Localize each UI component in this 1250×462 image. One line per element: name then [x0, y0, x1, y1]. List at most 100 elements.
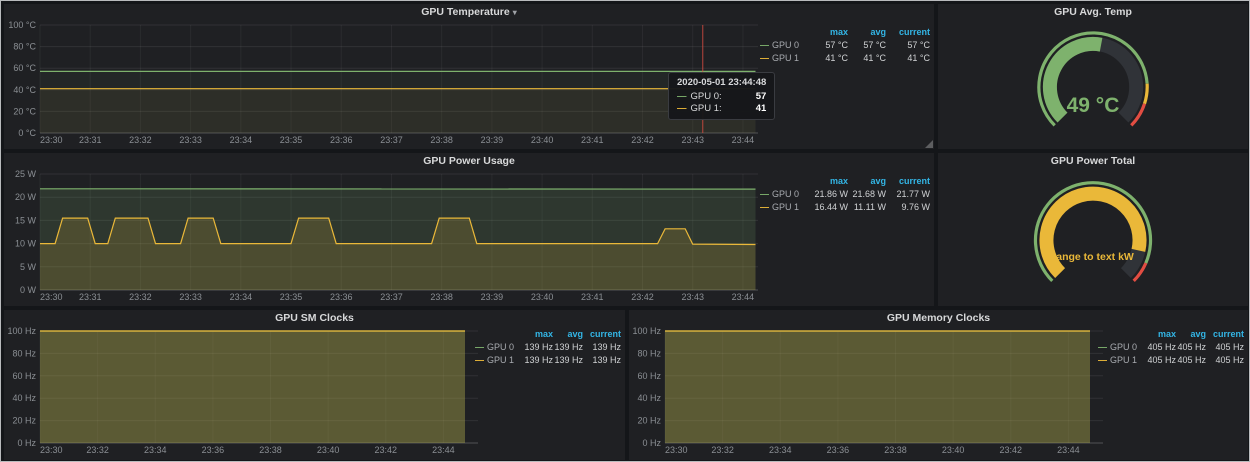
series-color-icon: —	[677, 103, 687, 114]
svg-text:23:43: 23:43	[681, 135, 704, 145]
svg-text:60 Hz: 60 Hz	[637, 371, 661, 381]
gpu-power-usage-chart[interactable]: 0 W5 W10 W15 W20 W25 W23:3023:3123:3223:…	[6, 169, 764, 303]
panel-title-text: GPU SM Clocks	[275, 312, 354, 324]
tooltip-series-name: GPU 0:	[691, 91, 722, 102]
svg-text:25 W: 25 W	[15, 169, 37, 179]
gpu-temperature-legend: maxavgcurrent—GPU 057 °C57 °C57 °C—GPU 1…	[760, 26, 930, 65]
svg-text:23:40: 23:40	[531, 292, 554, 302]
tooltip-row: — GPU 0: 57	[677, 91, 766, 102]
svg-text:23:39: 23:39	[481, 135, 504, 145]
gpu-memory-clocks-chart[interactable]: 0 Hz20 Hz40 Hz60 Hz80 Hz100 Hz23:3023:32…	[631, 326, 1109, 456]
svg-text:23:33: 23:33	[179, 292, 202, 302]
svg-text:23:34: 23:34	[230, 135, 253, 145]
legend-series-gpu-1[interactable]: —GPU 116.44 W11.11 W9.76 W	[760, 201, 930, 214]
panel-title-gpu-avg-temp[interactable]: GPU Avg. Temp	[938, 4, 1248, 20]
legend-series-gpu-0[interactable]: —GPU 057 °C57 °C57 °C	[760, 39, 930, 52]
svg-text:23:35: 23:35	[280, 135, 303, 145]
svg-text:23:40: 23:40	[317, 445, 340, 455]
svg-text:0 Hz: 0 Hz	[642, 438, 661, 448]
svg-text:23:42: 23:42	[1000, 445, 1023, 455]
tooltip-row: — GPU 1: 41	[677, 103, 766, 114]
panel-title-text: GPU Power Usage	[423, 155, 515, 167]
svg-text:23:32: 23:32	[86, 445, 109, 455]
svg-text:23:36: 23:36	[202, 445, 225, 455]
panel-title-text: GPU Avg. Temp	[1054, 6, 1132, 18]
svg-text:23:39: 23:39	[481, 292, 504, 302]
chart-tooltip: 2020-05-01 23:44:48 — GPU 0: 57 — GPU 1:…	[668, 72, 775, 120]
svg-text:0 W: 0 W	[20, 285, 37, 295]
series-color-icon: —	[760, 53, 769, 63]
legend-series-gpu-1[interactable]: —GPU 1405 Hz405 Hz405 Hz	[1098, 354, 1244, 367]
panel-gpu-power-total: GPU Power Total range to text kW	[938, 153, 1248, 306]
series-color-icon: —	[475, 355, 484, 365]
panel-title-text: GPU Memory Clocks	[887, 312, 990, 324]
svg-text:23:35: 23:35	[280, 292, 303, 302]
tooltip-timestamp: 2020-05-01 23:44:48	[677, 77, 766, 88]
panel-title-gpu-sm-clocks[interactable]: GPU SM Clocks	[4, 310, 625, 326]
svg-text:23:30: 23:30	[40, 445, 63, 455]
svg-text:80 Hz: 80 Hz	[12, 348, 36, 358]
svg-text:23:41: 23:41	[581, 135, 604, 145]
svg-text:23:42: 23:42	[375, 445, 398, 455]
svg-text:23:31: 23:31	[79, 292, 102, 302]
svg-text:23:40: 23:40	[531, 135, 554, 145]
panel-gpu-temperature: GPU Temperature▾ 0 °C20 °C40 °C60 °C80 °…	[4, 4, 934, 149]
svg-text:23:40: 23:40	[942, 445, 965, 455]
legend-header: maxavgcurrent	[1098, 328, 1244, 341]
panel-title-gpu-temperature[interactable]: GPU Temperature▾	[4, 4, 934, 20]
svg-text:23:32: 23:32	[129, 292, 152, 302]
svg-text:40 °C: 40 °C	[13, 85, 36, 95]
svg-text:23:36: 23:36	[330, 292, 353, 302]
legend-header: maxavgcurrent	[475, 328, 621, 341]
panel-gpu-memory-clocks: GPU Memory Clocks 0 Hz20 Hz40 Hz60 Hz80 …	[629, 310, 1248, 460]
series-color-icon: —	[1098, 342, 1107, 352]
legend-series-gpu-0[interactable]: —GPU 0405 Hz405 Hz405 Hz	[1098, 341, 1244, 354]
svg-text:23:38: 23:38	[259, 445, 282, 455]
svg-text:15 W: 15 W	[15, 215, 37, 225]
panel-title-gpu-memory-clocks[interactable]: GPU Memory Clocks	[629, 310, 1248, 326]
tooltip-series-name: GPU 1:	[691, 103, 722, 114]
tooltip-series-value: 41	[756, 103, 767, 114]
panel-title-text: GPU Power Total	[1051, 155, 1135, 167]
panel-title-gpu-power-usage[interactable]: GPU Power Usage	[4, 153, 934, 169]
legend-series-gpu-0[interactable]: —GPU 0139 Hz139 Hz139 Hz	[475, 341, 621, 354]
svg-text:20 W: 20 W	[15, 192, 37, 202]
panel-resize-handle[interactable]	[925, 140, 933, 148]
legend-series-gpu-1[interactable]: —GPU 1139 Hz139 Hz139 Hz	[475, 354, 621, 367]
svg-text:80 Hz: 80 Hz	[637, 348, 661, 358]
panel-title-text: GPU Temperature	[421, 6, 510, 18]
svg-text:100 °C: 100 °C	[8, 20, 36, 30]
svg-text:20 Hz: 20 Hz	[637, 416, 661, 426]
svg-text:range to text kW: range to text kW	[1052, 251, 1134, 263]
panel-gpu-power-usage: GPU Power Usage 0 W 5 W 10 W 15 W 20 W 25 W 23…	[4, 153, 934, 306]
svg-text:23:37: 23:37	[380, 135, 403, 145]
grafana-dashboard: GPU Temperature▾ 0 °C20 °C40 °C60 °C80 °…	[0, 0, 1250, 462]
series-color-icon: —	[475, 342, 484, 352]
legend-series-gpu-1[interactable]: —GPU 141 °C41 °C41 °C	[760, 52, 930, 65]
svg-text:23:38: 23:38	[884, 445, 907, 455]
panel-gpu-avg-temp: GPU Avg. Temp 49 °C	[938, 4, 1248, 149]
svg-text:23:38: 23:38	[430, 135, 453, 145]
legend-header: maxavgcurrent	[760, 175, 930, 188]
svg-text:23:44: 23:44	[732, 135, 755, 145]
svg-text:80 °C: 80 °C	[13, 42, 36, 52]
gpu-temperature-chart[interactable]: 0 °C20 °C40 °C60 °C80 °C100 °C23:3023:31…	[6, 20, 764, 146]
svg-text:60 Hz: 60 Hz	[12, 371, 36, 381]
svg-text:23:42: 23:42	[631, 292, 654, 302]
svg-text:23:38: 23:38	[430, 292, 453, 302]
gpu-avg-temp-gauge: 49 °C	[938, 20, 1248, 149]
panel-title-gpu-power-total[interactable]: GPU Power Total	[938, 153, 1248, 169]
svg-text:23:31: 23:31	[79, 135, 102, 145]
svg-text:23:30: 23:30	[665, 445, 688, 455]
svg-text:5 W: 5 W	[20, 262, 37, 272]
svg-text:10 W: 10 W	[15, 239, 37, 249]
series-color-icon: —	[677, 91, 687, 102]
svg-text:23:43: 23:43	[681, 292, 704, 302]
gpu-memory-clocks-legend: maxavgcurrent—GPU 0405 Hz405 Hz405 Hz—GP…	[1098, 328, 1244, 367]
svg-text:23:44: 23:44	[732, 292, 755, 302]
gpu-sm-clocks-chart[interactable]: 0 Hz20 Hz40 Hz60 Hz80 Hz100 Hz23:3023:32…	[6, 326, 484, 456]
svg-text:23:42: 23:42	[631, 135, 654, 145]
series-color-icon: —	[1098, 355, 1107, 365]
legend-series-gpu-0[interactable]: —GPU 021.86 W21.68 W21.77 W	[760, 188, 930, 201]
svg-text:20 Hz: 20 Hz	[12, 416, 36, 426]
